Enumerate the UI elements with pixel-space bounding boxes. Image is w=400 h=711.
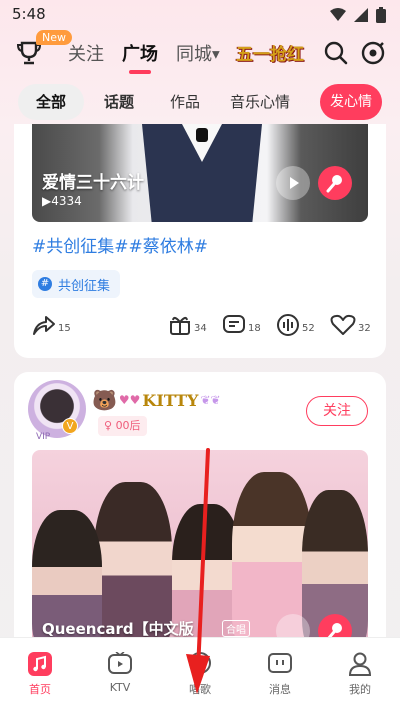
post-2-cover[interactable]: Queencard【中文版 合唱 bbox=[32, 450, 368, 652]
age-tag-label: 00后 bbox=[115, 419, 141, 432]
like-button[interactable]: 32 bbox=[330, 314, 371, 336]
comment-icon bbox=[223, 315, 245, 333]
share-button[interactable]: 15 bbox=[32, 314, 71, 336]
promo-logo[interactable]: 五一抢红 bbox=[236, 40, 304, 65]
nav-home-label: 首页 bbox=[29, 683, 51, 696]
share-count: 15 bbox=[58, 323, 71, 334]
play-icon[interactable] bbox=[276, 166, 310, 200]
nav-ktv[interactable]: KTV bbox=[90, 652, 150, 694]
gift-button[interactable]: 34 bbox=[168, 314, 207, 336]
search-icon[interactable] bbox=[323, 40, 349, 66]
like-count: 32 bbox=[358, 323, 371, 334]
signal-icon bbox=[354, 8, 368, 22]
caret-down-icon: ▼ bbox=[212, 49, 220, 61]
message-icon bbox=[268, 653, 292, 673]
record-icon[interactable] bbox=[360, 40, 386, 66]
tv-icon bbox=[108, 652, 132, 674]
female-icon: ♀ bbox=[104, 419, 116, 432]
play-triangle-icon bbox=[290, 177, 299, 189]
nav-sing-label: 唱歌 bbox=[189, 683, 211, 696]
nav-sing[interactable]: 唱歌 bbox=[170, 652, 230, 697]
sub-tabs: 全部 话题 作品 音乐心情 发心情 bbox=[18, 84, 382, 120]
top-nav: New 关注 广场 同城▼ 五一抢红 bbox=[0, 30, 400, 74]
post-1-actions: 15 34 18 52 32 bbox=[14, 314, 386, 344]
vip-frame-label: VIP bbox=[36, 432, 51, 442]
chorus-count: 52 bbox=[302, 323, 315, 334]
post-2-username-row[interactable]: 🐻 ♥♥ KITTY ❦❦ bbox=[92, 388, 221, 412]
wings-badge-icon: ❦❦ bbox=[200, 393, 221, 407]
tab-local-label: 同城 bbox=[176, 44, 212, 65]
feed-post-1: 爱情三十六计 ▶4334 #共创征集##蔡依林# # 共创征集 15 34 18… bbox=[14, 124, 386, 358]
active-tab-indicator bbox=[129, 70, 151, 74]
bear-emoji-icon: 🐻 bbox=[92, 388, 117, 412]
sing-bubble-icon bbox=[189, 652, 211, 674]
age-tag: ♀ 00后 bbox=[98, 416, 147, 436]
avatar[interactable]: V VIP bbox=[28, 380, 86, 442]
tab-square[interactable]: 广场 bbox=[122, 40, 158, 66]
duet-tag: 合唱 bbox=[222, 620, 250, 637]
topic-hash-icon: # bbox=[38, 277, 52, 291]
post-2-song-title: Queencard【中文版 bbox=[42, 620, 194, 638]
share-icon bbox=[33, 316, 55, 335]
microphone-icon bbox=[326, 175, 342, 193]
topic-chip-label: 共创征集 bbox=[58, 278, 111, 294]
bottom-nav: 首页 KTV 唱歌 消息 我的 bbox=[0, 637, 400, 711]
nav-me[interactable]: 我的 bbox=[330, 652, 390, 697]
status-bar: 5:48 bbox=[0, 0, 400, 28]
nav-me-label: 我的 bbox=[349, 683, 371, 696]
chorus-button[interactable]: 52 bbox=[276, 314, 315, 336]
post-1-topic-chip[interactable]: # 共创征集 bbox=[32, 270, 121, 298]
new-badge: New bbox=[36, 30, 72, 45]
tab-local[interactable]: 同城▼ bbox=[176, 40, 220, 66]
feed-post-2: V VIP 🐻 ♥♥ KITTY ❦❦ ♀ 00后 关注 Queencard【中… bbox=[14, 372, 386, 652]
post-1-song-title: 爱情三十六计 bbox=[42, 173, 144, 193]
soundwave-icon bbox=[277, 314, 299, 336]
follow-button[interactable]: 关注 bbox=[306, 396, 368, 426]
status-time: 5:48 bbox=[12, 5, 46, 23]
post-1-hashtags[interactable]: #共创征集##蔡依林# bbox=[32, 232, 208, 257]
post-1-cover[interactable]: 爱情三十六计 ▶4334 bbox=[32, 124, 368, 222]
nav-home[interactable]: 首页 bbox=[10, 652, 70, 697]
cover-tie-shape bbox=[196, 128, 208, 142]
nav-ktv-label: KTV bbox=[109, 681, 131, 694]
status-icons bbox=[330, 7, 386, 23]
subtab-works[interactable]: 作品 bbox=[170, 84, 200, 120]
small-hearts-icon: ♥♥ bbox=[118, 393, 141, 407]
nav-messages-label: 消息 bbox=[269, 683, 291, 696]
battery-icon bbox=[376, 7, 386, 23]
person-icon bbox=[348, 652, 372, 676]
comment-count: 18 bbox=[248, 323, 261, 334]
gift-icon bbox=[170, 316, 190, 335]
subtab-music-mood[interactable]: 音乐心情 bbox=[230, 84, 290, 120]
tab-follow[interactable]: 关注 bbox=[68, 40, 104, 66]
heart-icon bbox=[330, 314, 356, 335]
post-mood-button[interactable]: 发心情 bbox=[320, 84, 382, 120]
sing-mic-button[interactable] bbox=[318, 166, 352, 200]
username: KITTY bbox=[142, 390, 199, 410]
subtab-all[interactable]: 全部 bbox=[18, 84, 84, 120]
gift-count: 34 bbox=[194, 323, 207, 334]
nav-messages[interactable]: 消息 bbox=[250, 652, 310, 697]
music-note-icon bbox=[28, 652, 52, 676]
post-1-play-count: ▶4334 bbox=[42, 194, 82, 208]
wifi-icon bbox=[330, 8, 346, 21]
comment-button[interactable]: 18 bbox=[222, 314, 261, 336]
vip-v-badge: V bbox=[62, 418, 78, 434]
subtab-topics[interactable]: 话题 bbox=[104, 84, 134, 120]
